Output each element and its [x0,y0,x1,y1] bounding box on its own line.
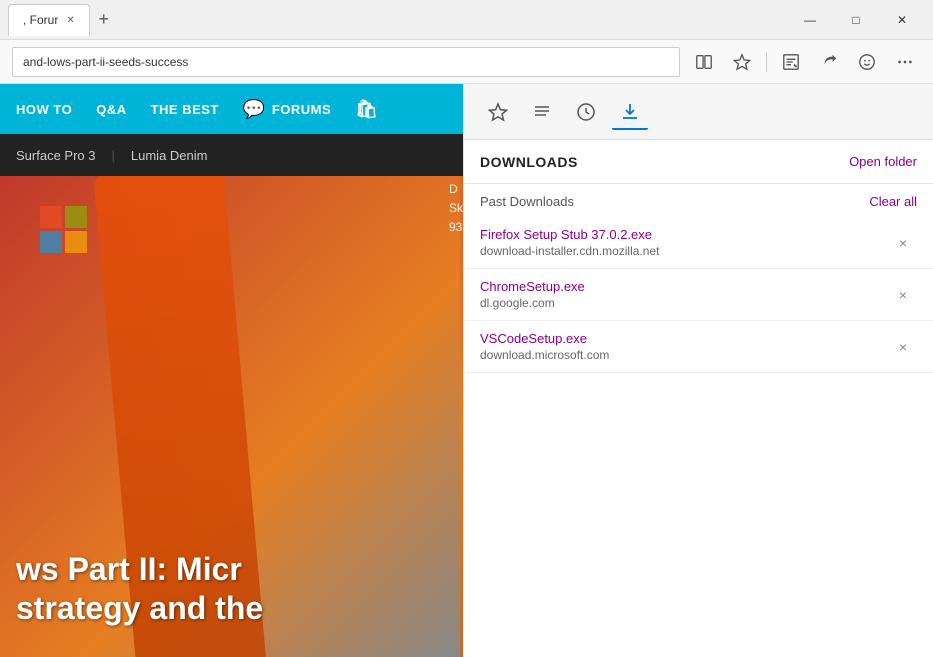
download-info-chrome: ChromeSetup.exe dl.google.com [480,279,889,310]
panel-tab-history[interactable] [568,94,604,130]
ms-logo [40,206,87,253]
share-icon[interactable] [813,46,845,78]
download-info-vscode: VSCodeSetup.exe download.microsoft.com [480,331,889,362]
cart-icon: 🛍 [355,99,378,120]
open-folder-button[interactable]: Open folder [849,154,917,169]
panel-tab-downloads[interactable] [612,94,648,130]
panel-icon-tabs [464,84,933,140]
download-filename-vscode[interactable]: VSCodeSetup.exe [480,331,889,346]
article-top-info: D Sk 93 [449,180,463,238]
download-item-firefox: Firefox Setup Stub 37.0.2.exe download-i… [464,217,933,269]
downloads-panel: DOWNLOADS Open folder Past Downloads Cle… [463,84,933,657]
nav-howto[interactable]: HOW TO [16,102,72,117]
article-heading-line2: strategy and the [16,589,263,627]
nav-cart[interactable]: 🛍 [355,99,378,120]
close-button[interactable]: ✕ [879,0,925,40]
download-filename-firefox[interactable]: Firefox Setup Stub 37.0.2.exe [480,227,889,242]
header-lumia[interactable]: Lumia Denim [131,148,208,163]
reading-view-icon[interactable] [688,46,720,78]
clear-all-button[interactable]: Clear all [869,194,917,209]
nav-forums[interactable]: 💬 FORUMS [243,99,331,120]
url-box[interactable]: and-lows-part-ii-seeds-success [12,47,680,77]
remove-chrome-button[interactable]: × [889,281,917,309]
past-downloads-label: Past Downloads [480,194,574,209]
article-text-overlay: ws Part II: Micr strategy and the [16,550,263,627]
feedback-icon[interactable] [851,46,883,78]
remove-firefox-button[interactable]: × [889,229,917,257]
toolbar-divider [766,52,767,72]
nav-thebest[interactable]: THE BEST [151,102,219,117]
title-bar: , Forur ✕ + — □ ✕ [0,0,933,40]
article-heading-line1: ws Part II: Micr [16,550,263,588]
tab-title: , Forur [23,13,58,27]
download-source-chrome: dl.google.com [480,296,889,310]
browser-tab[interactable]: , Forur ✕ [8,4,90,36]
maximize-button[interactable]: □ [833,0,879,40]
header-surface-pro[interactable]: Surface Pro 3 [16,148,96,163]
panel-header: DOWNLOADS Open folder [464,140,933,184]
window-controls: — □ ✕ [787,0,925,40]
favorites-icon[interactable] [726,46,758,78]
download-source-firefox: download-installer.cdn.mozilla.net [480,244,889,258]
url-text: and-lows-part-ii-seeds-success [23,55,188,69]
download-info-firefox: Firefox Setup Stub 37.0.2.exe download-i… [480,227,889,258]
panel-tab-favorites[interactable] [480,94,516,130]
tab-close-icon[interactable]: ✕ [66,15,74,26]
address-bar: and-lows-part-ii-seeds-success [0,40,933,84]
main-area: HOW TO Q&A THE BEST 💬 FORUMS 🛍 Surface P… [0,84,933,657]
more-icon[interactable] [889,46,921,78]
download-source-vscode: download.microsoft.com [480,348,889,362]
downloads-title: DOWNLOADS [480,154,578,170]
download-item-chrome: ChromeSetup.exe dl.google.com × [464,269,933,321]
panel-tab-reading-list[interactable] [524,94,560,130]
new-tab-button[interactable]: + [90,6,118,34]
minimize-button[interactable]: — [787,0,833,40]
header-separator: | [112,148,115,163]
toolbar-icons [688,46,921,78]
forums-icon: 💬 [243,99,266,120]
remove-vscode-button[interactable]: × [889,333,917,361]
nav-qa[interactable]: Q&A [96,102,126,117]
download-item-vscode: VSCodeSetup.exe download.microsoft.com × [464,321,933,373]
past-downloads-header: Past Downloads Clear all [464,184,933,217]
web-notes-icon[interactable] [775,46,807,78]
tab-area: , Forur ✕ + [8,4,787,36]
download-filename-chrome[interactable]: ChromeSetup.exe [480,279,889,294]
